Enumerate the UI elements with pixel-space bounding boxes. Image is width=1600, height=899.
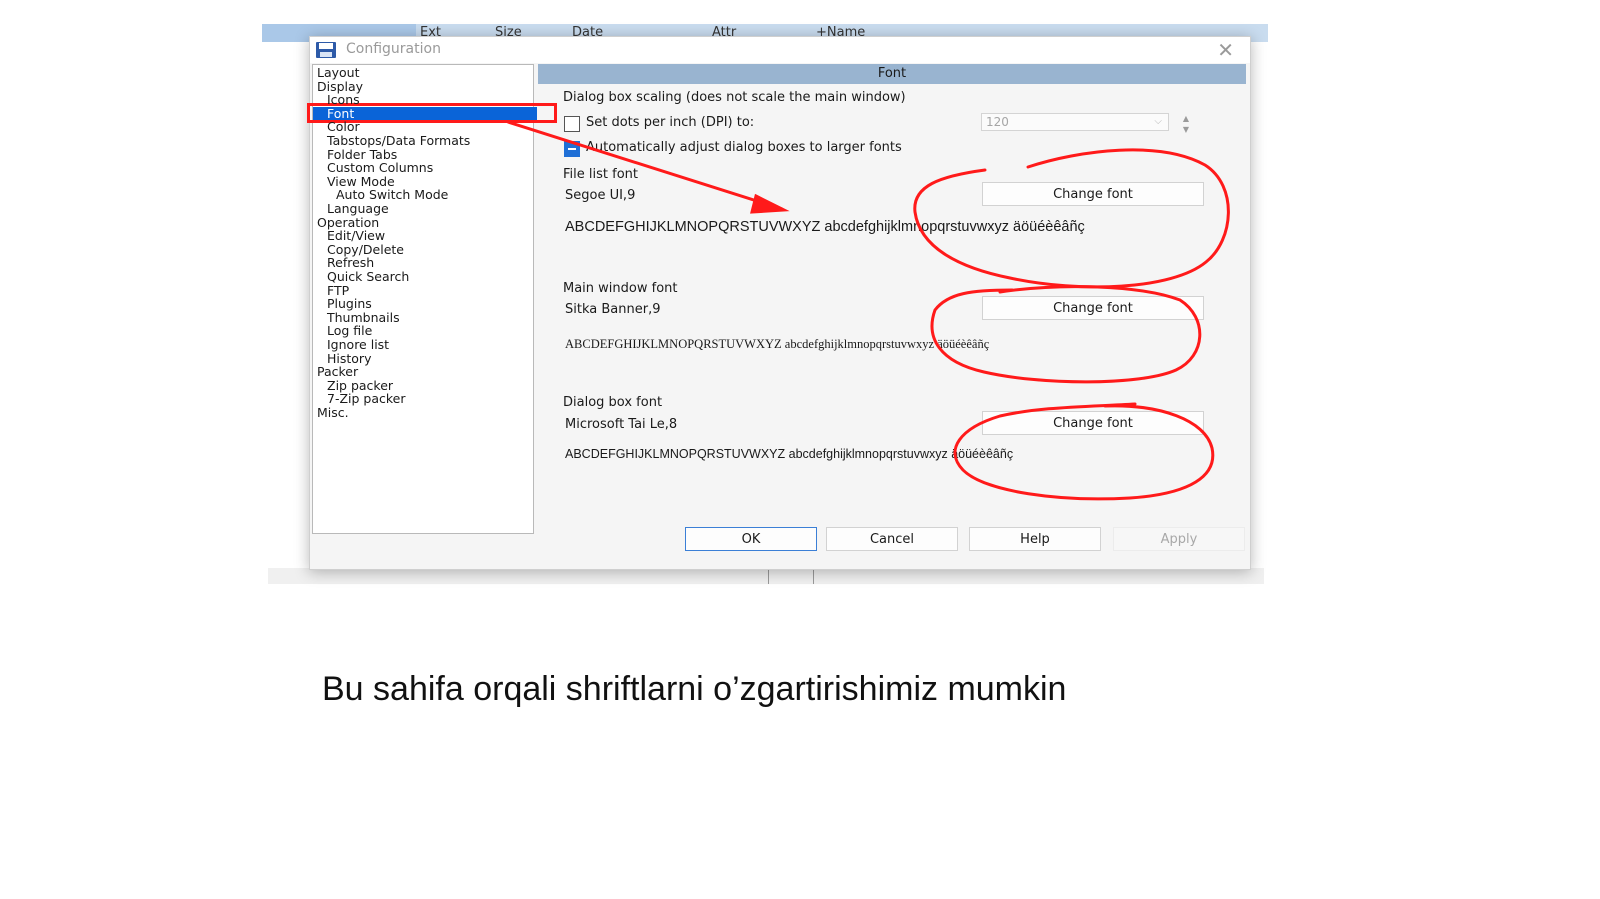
red-arrow-line bbox=[506, 120, 784, 211]
red-circle-main-window-font bbox=[930, 285, 1202, 384]
red-circle-dialog-box-font bbox=[953, 402, 1215, 501]
annotation-overlay bbox=[506, 120, 1230, 501]
red-circle-file-list-font bbox=[913, 148, 1230, 289]
red-arrow-head bbox=[750, 193, 790, 214]
slide-caption: Bu sahifa orqali shriftlarni o’zgartiris… bbox=[322, 670, 1067, 708]
